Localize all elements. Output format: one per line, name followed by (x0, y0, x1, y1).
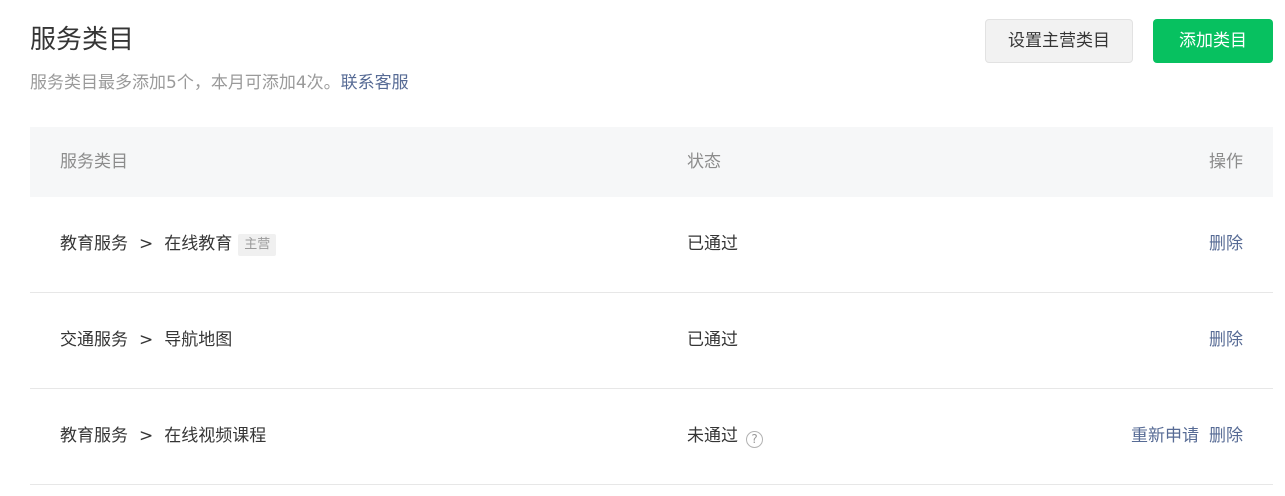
child-category: 导航地图 (164, 330, 233, 350)
status-text: 已通过 (687, 330, 738, 350)
column-header-status: 状态 (687, 152, 721, 172)
row-actions: 删除 (1209, 232, 1243, 256)
row-actions: 重新申请 删除 (1131, 424, 1243, 448)
status-text: 已通过 (687, 234, 738, 254)
parent-category: 教育服务 (60, 426, 128, 446)
column-header-actions: 操作 (1209, 152, 1243, 172)
separator: > (139, 330, 154, 350)
category-path: 交通服务 > 导航地图 (60, 328, 232, 352)
main-category-badge: 主营 (238, 234, 277, 256)
category-path: 教育服务 > 在线教育 主营 (60, 232, 277, 256)
contact-service-link[interactable]: 联系客服 (341, 73, 409, 93)
table-row: 交通服务 > 导航地图 已通过 删除 (30, 293, 1273, 389)
table-row: 教育服务 > 在线教育 主营 已通过 删除 (30, 197, 1273, 293)
parent-category: 教育服务 (60, 234, 128, 254)
status-text: 未通过 (687, 426, 738, 446)
add-category-button[interactable]: 添加类目 (1153, 19, 1273, 63)
subtitle: 服务类目最多添加5个，本月可添加4次。联系客服 (30, 71, 409, 95)
set-main-category-button[interactable]: 设置主营类目 (985, 19, 1133, 63)
separator: > (139, 426, 154, 446)
child-category: 在线视频课程 (164, 426, 267, 446)
category-path: 教育服务 > 在线视频课程 (60, 424, 266, 448)
delete-link[interactable]: 删除 (1209, 234, 1243, 254)
page-title: 服务类目 (30, 25, 135, 55)
category-table: 服务类目 状态 操作 教育服务 > 在线教育 主营 已通过 删除 交通服务 > 导航地图 … (30, 127, 1273, 485)
delete-link[interactable]: 删除 (1209, 426, 1243, 446)
subtitle-text: 服务类目最多添加5个，本月可添加4次。 (30, 73, 341, 93)
table-header: 服务类目 状态 操作 (30, 127, 1273, 197)
separator: > (139, 234, 154, 254)
status-cell: 未通过? (687, 424, 763, 448)
reapply-link[interactable]: 重新申请 (1131, 426, 1199, 446)
row-actions: 删除 (1209, 328, 1243, 352)
child-category: 在线教育 (164, 234, 233, 254)
delete-link[interactable]: 删除 (1209, 330, 1243, 350)
table-row: 教育服务 > 在线视频课程 未通过? 重新申请 删除 (30, 389, 1273, 485)
question-circle-icon[interactable]: ? (746, 431, 763, 448)
parent-category: 交通服务 (60, 330, 128, 350)
column-header-category: 服务类目 (60, 152, 128, 172)
